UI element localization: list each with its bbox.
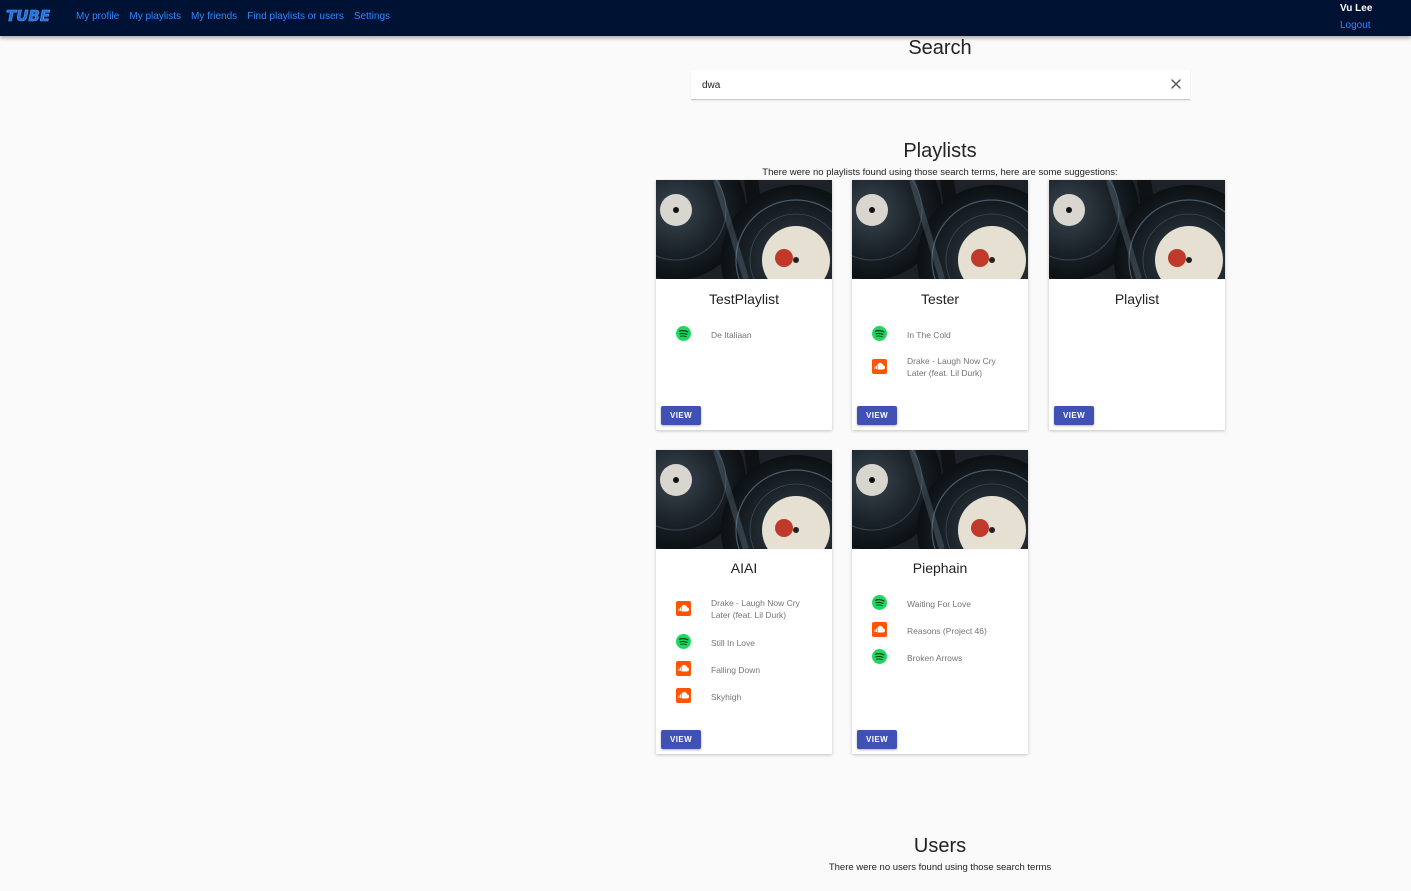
playlist-cover-image	[852, 180, 1028, 279]
user-menu: Vu Lee Logout	[1340, 2, 1372, 31]
track-name: Still In Love	[711, 638, 755, 648]
playlist-cover-image	[852, 450, 1028, 549]
search-heading: Search	[908, 37, 972, 59]
users-heading: Users	[913, 835, 967, 857]
playlist-card: Playlist VIEW	[1049, 180, 1225, 430]
user-name: Vu Lee	[1340, 3, 1373, 14]
close-icon[interactable]	[1168, 76, 1184, 92]
view-button[interactable]: VIEW	[661, 406, 701, 425]
top-navbar: TUBE My profile My playlists My friends …	[0, 0, 1411, 36]
spotify-icon	[872, 595, 887, 610]
view-button[interactable]: VIEW	[857, 406, 897, 425]
playlist-title: Playlist	[1114, 291, 1160, 307]
soundcloud-icon	[872, 622, 887, 637]
playlist-card: AIAI Drake - Laugh Now Cry Later (feat. …	[656, 450, 832, 754]
track-name: In The Cold	[907, 330, 951, 340]
soundcloud-icon	[676, 601, 691, 616]
search-input[interactable]	[700, 76, 1144, 94]
view-button[interactable]: VIEW	[857, 730, 897, 749]
view-button[interactable]: VIEW	[1054, 406, 1094, 425]
playlist-title: Tester	[920, 291, 960, 307]
track-name: Skyhigh	[711, 692, 742, 702]
soundcloud-icon	[676, 688, 691, 703]
playlist-cover-image	[656, 180, 832, 279]
soundcloud-icon	[676, 661, 691, 676]
track-name: Reasons (Project 46)	[907, 626, 987, 636]
track-name: Drake - Laugh Now Cry Later (feat. Lil D…	[907, 356, 996, 378]
playlist-title: TestPlaylist	[708, 291, 780, 307]
track-name: Waiting For Love	[907, 599, 971, 609]
spotify-icon	[676, 326, 691, 341]
playlist-card: Piephain Waiting For Love Reasons (Proje…	[852, 450, 1028, 754]
main-nav: My profile My playlists My friends Find …	[76, 11, 390, 22]
nav-find-playlists-users[interactable]: Find playlists or users	[247, 11, 344, 22]
playlist-card: Tester In The Cold Drake - Laugh Now Cry…	[852, 180, 1028, 430]
search-field	[691, 70, 1190, 100]
nav-my-friends[interactable]: My friends	[191, 11, 237, 22]
playlist-title: AIAI	[730, 560, 758, 576]
soundcloud-icon	[872, 359, 887, 374]
playlists-heading: Playlists	[903, 140, 977, 162]
logout-link[interactable]: Logout	[1340, 20, 1372, 31]
track-name: Broken Arrows	[907, 653, 963, 663]
track-name: Falling Down	[711, 665, 761, 675]
playlist-cover-image	[1049, 180, 1225, 279]
nav-settings[interactable]: Settings	[354, 11, 390, 22]
nav-my-playlists[interactable]: My playlists	[129, 11, 181, 22]
spotify-icon	[872, 326, 887, 341]
app-logo[interactable]: TUBE	[6, 7, 51, 26]
track-name: Drake - Laugh Now Cry Later (feat. Lil D…	[711, 598, 800, 620]
view-button[interactable]: VIEW	[661, 730, 701, 749]
track-name: De Italiaan	[711, 330, 752, 340]
playlist-cover-image	[656, 450, 832, 549]
playlist-card: TestPlaylist De Italiaan VIEW	[656, 180, 832, 430]
spotify-icon	[872, 649, 887, 664]
nav-my-profile[interactable]: My profile	[76, 11, 119, 22]
users-empty-note: There were no users found using those se…	[828, 862, 1052, 873]
playlists-suggestion-note: There were no playlists found using thos…	[762, 167, 1118, 178]
playlist-title: Piephain	[912, 560, 968, 576]
spotify-icon	[676, 634, 691, 649]
